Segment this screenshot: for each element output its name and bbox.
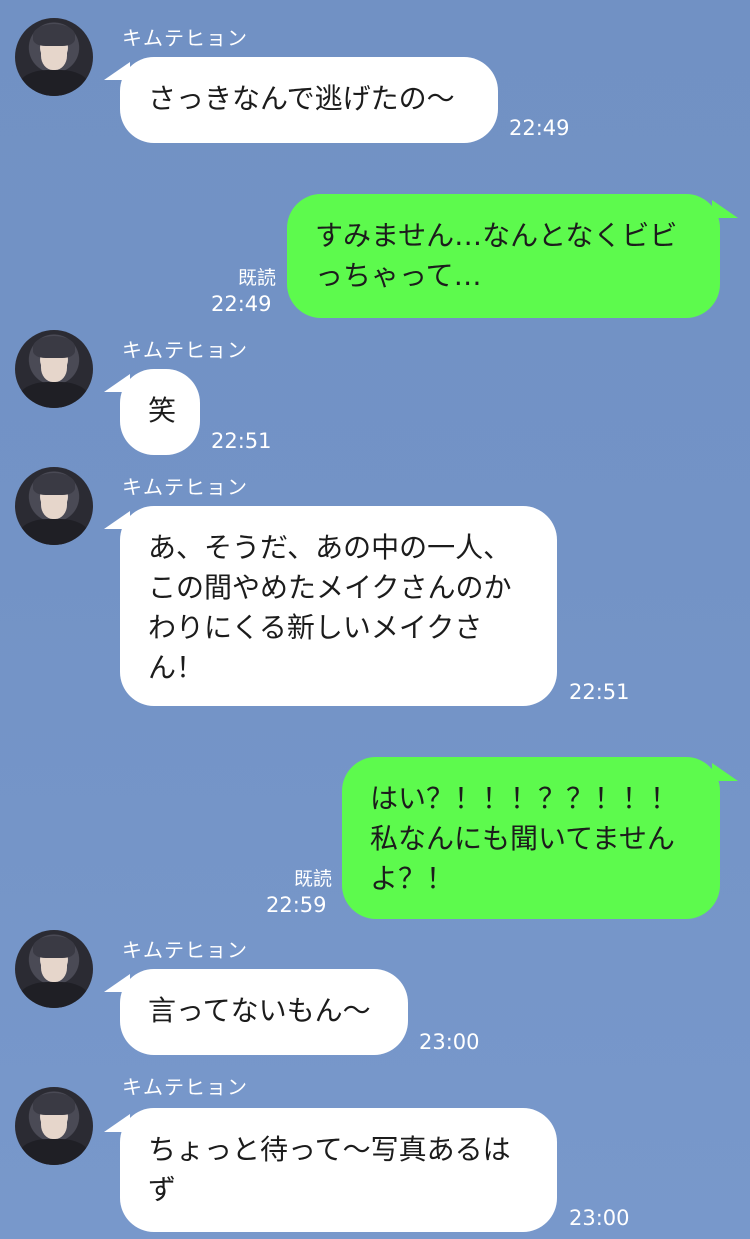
sender-name: キムテヒョン bbox=[122, 1075, 248, 1099]
contact-avatar[interactable] bbox=[15, 467, 93, 545]
contact-avatar[interactable] bbox=[15, 330, 93, 408]
message-bubble-incoming[interactable]: さっきなんで逃げたの〜 bbox=[120, 57, 498, 143]
message-time: 22:49 bbox=[211, 292, 272, 316]
message-bubble-incoming[interactable]: 言ってないもん〜 bbox=[120, 969, 408, 1055]
sender-name: キムテヒョン bbox=[122, 475, 248, 499]
message-bubble-incoming[interactable]: 笑 bbox=[120, 369, 200, 455]
contact-avatar[interactable] bbox=[15, 18, 93, 96]
message-time: 22:51 bbox=[569, 680, 630, 704]
message-bubble-outgoing[interactable]: すみません…なんとなくビビっちゃって… bbox=[287, 194, 720, 318]
message-bubble-incoming[interactable]: ちょっと待って〜写真あるはず bbox=[120, 1108, 557, 1232]
message-time: 23:00 bbox=[569, 1206, 630, 1230]
sender-name: キムテヒョン bbox=[122, 938, 248, 962]
contact-avatar[interactable] bbox=[15, 930, 93, 1008]
contact-avatar[interactable] bbox=[15, 1087, 93, 1165]
sender-name: キムテヒョン bbox=[122, 26, 248, 50]
message-bubble-incoming[interactable]: あ、そうだ、あの中の一人、この間やめたメイクさんのかわりにくる新しいメイクさん！ bbox=[120, 506, 557, 706]
read-receipt: 既読 bbox=[293, 868, 332, 890]
bubble-tail bbox=[712, 763, 738, 781]
message-time: 23:00 bbox=[419, 1030, 480, 1054]
message-time: 22:59 bbox=[266, 893, 327, 917]
message-time: 22:49 bbox=[509, 116, 570, 140]
bubble-tail bbox=[712, 200, 738, 218]
sender-name: キムテヒョン bbox=[122, 338, 248, 362]
read-receipt: 既読 bbox=[237, 267, 276, 289]
message-time: 22:51 bbox=[211, 429, 272, 453]
message-bubble-outgoing[interactable]: はい？！！！？？！！！私なんにも聞いてませんよ？！ bbox=[342, 757, 720, 919]
